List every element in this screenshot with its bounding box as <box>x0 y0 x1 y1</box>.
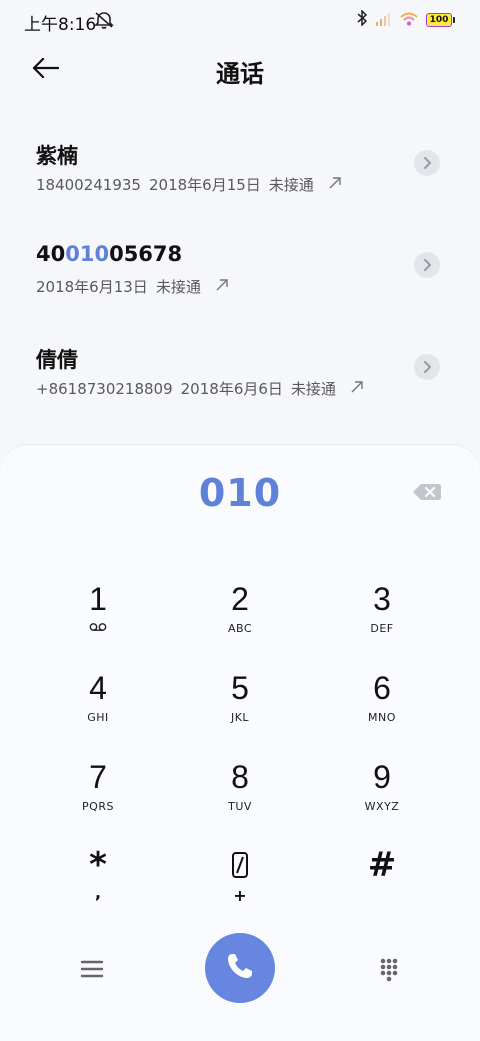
contact-number: 4001005678 <box>36 242 182 266</box>
chevron-right-icon <box>422 154 432 173</box>
key-letters: JKL <box>230 711 250 724</box>
status-time: 上午8:16 <box>24 15 97 35</box>
alarm-off-icon <box>94 11 114 33</box>
call-date: 2018年6月15日 <box>148 176 261 194</box>
call-status: 未接通 <box>290 380 336 398</box>
menu-icon <box>78 960 106 987</box>
key-letters: WXYZ <box>364 800 400 813</box>
key-digit: # <box>367 845 397 885</box>
call-status: 未接通 <box>268 176 314 194</box>
contact-name: 紫楠 <box>36 144 78 168</box>
call-list-item[interactable]: 倩倩 +8618730218809 2018年6月6日 未接通 <box>0 344 480 434</box>
key-0[interactable]: + <box>180 847 300 927</box>
call-info-button[interactable] <box>414 150 440 176</box>
key-letters: TUV <box>228 800 252 813</box>
call-status: 未接通 <box>155 278 201 296</box>
key-hash[interactable]: # <box>322 847 442 927</box>
call-list-item[interactable]: 4001005678 2018年6月13日 未接通 <box>0 242 480 332</box>
key-9[interactable]: 9 WXYZ <box>322 759 442 839</box>
key-letters: GHI <box>87 711 109 724</box>
voicemail-icon <box>38 621 158 637</box>
status-bar: 上午8:16 100 <box>0 0 480 40</box>
key-digit: 6 <box>373 670 391 706</box>
key-letters: ABC <box>227 622 253 635</box>
chevron-right-icon <box>422 358 432 377</box>
key-2[interactable]: 2 ABC <box>180 581 300 661</box>
call-detail: +8618730218809 2018年6月6日 未接通 <box>36 378 364 399</box>
key-digit: 7 <box>89 759 107 795</box>
call-detail: 2018年6月13日 未接通 <box>36 276 229 297</box>
key-digit: 2 <box>231 581 249 617</box>
number-suffix: 05678 <box>109 242 183 266</box>
call-date: 2018年6月6日 <box>180 380 283 398</box>
menu-button[interactable] <box>78 955 106 983</box>
backspace-button[interactable] <box>412 481 442 503</box>
keypad-toggle-button[interactable] <box>374 955 404 985</box>
key-letters: + <box>233 886 247 905</box>
signal-icon <box>376 11 392 30</box>
outgoing-call-icon <box>215 278 229 296</box>
dialpad-panel: 010 1 2 ABC 3 DEF 4 GHI 5 JKL 6 MNO 7 PQ… <box>0 444 480 1041</box>
number-prefix: 40 <box>36 242 66 266</box>
key-letters: PQRS <box>82 800 114 813</box>
call-button[interactable] <box>205 933 275 1003</box>
status-icons: 100 <box>356 9 455 30</box>
key-digit <box>180 847 300 886</box>
bluetooth-icon <box>356 9 368 30</box>
contact-name: 倩倩 <box>36 348 78 372</box>
outgoing-call-icon <box>350 380 364 398</box>
call-number: 18400241935 <box>36 175 141 194</box>
key-6[interactable]: 6 MNO <box>322 670 442 750</box>
key-digit: 4 <box>89 670 107 706</box>
key-digit: 9 <box>373 759 391 795</box>
backspace-icon <box>412 484 442 507</box>
number-match-highlight: 010 <box>65 242 110 266</box>
key-letters: , <box>94 883 102 902</box>
dialed-number[interactable]: 010 <box>0 471 480 515</box>
key-3[interactable]: 3 DEF <box>322 581 442 661</box>
battery-indicator: 100 <box>426 13 455 27</box>
key-5[interactable]: 5 JKL <box>180 670 300 750</box>
key-digit: * <box>89 845 107 885</box>
chevron-right-icon <box>422 256 432 275</box>
key-digit: 1 <box>89 581 107 617</box>
key-digit: 3 <box>373 581 391 617</box>
key-4[interactable]: 4 GHI <box>38 670 158 750</box>
key-letters: MNO <box>368 711 396 724</box>
key-star[interactable]: * , <box>38 847 158 927</box>
call-date: 2018年6月13日 <box>36 278 148 296</box>
call-info-button[interactable] <box>414 354 440 380</box>
key-7[interactable]: 7 PQRS <box>38 759 158 839</box>
call-detail: 18400241935 2018年6月15日 未接通 <box>36 174 342 195</box>
key-letters: DEF <box>370 622 394 635</box>
key-1[interactable]: 1 <box>38 581 158 661</box>
call-list-item[interactable]: 紫楠 18400241935 2018年6月15日 未接通 <box>0 140 480 230</box>
call-number: +8618730218809 <box>36 379 173 398</box>
page-title: 通话 <box>216 60 264 88</box>
key-digit: 5 <box>231 670 249 706</box>
wifi-icon <box>400 11 418 30</box>
key-digit: 8 <box>231 759 249 795</box>
outgoing-call-icon <box>328 176 342 194</box>
keypad-icon <box>374 958 404 989</box>
header: 通话 <box>0 44 480 94</box>
phone-icon <box>224 950 256 986</box>
key-8[interactable]: 8 TUV <box>180 759 300 839</box>
call-info-button[interactable] <box>414 252 440 278</box>
